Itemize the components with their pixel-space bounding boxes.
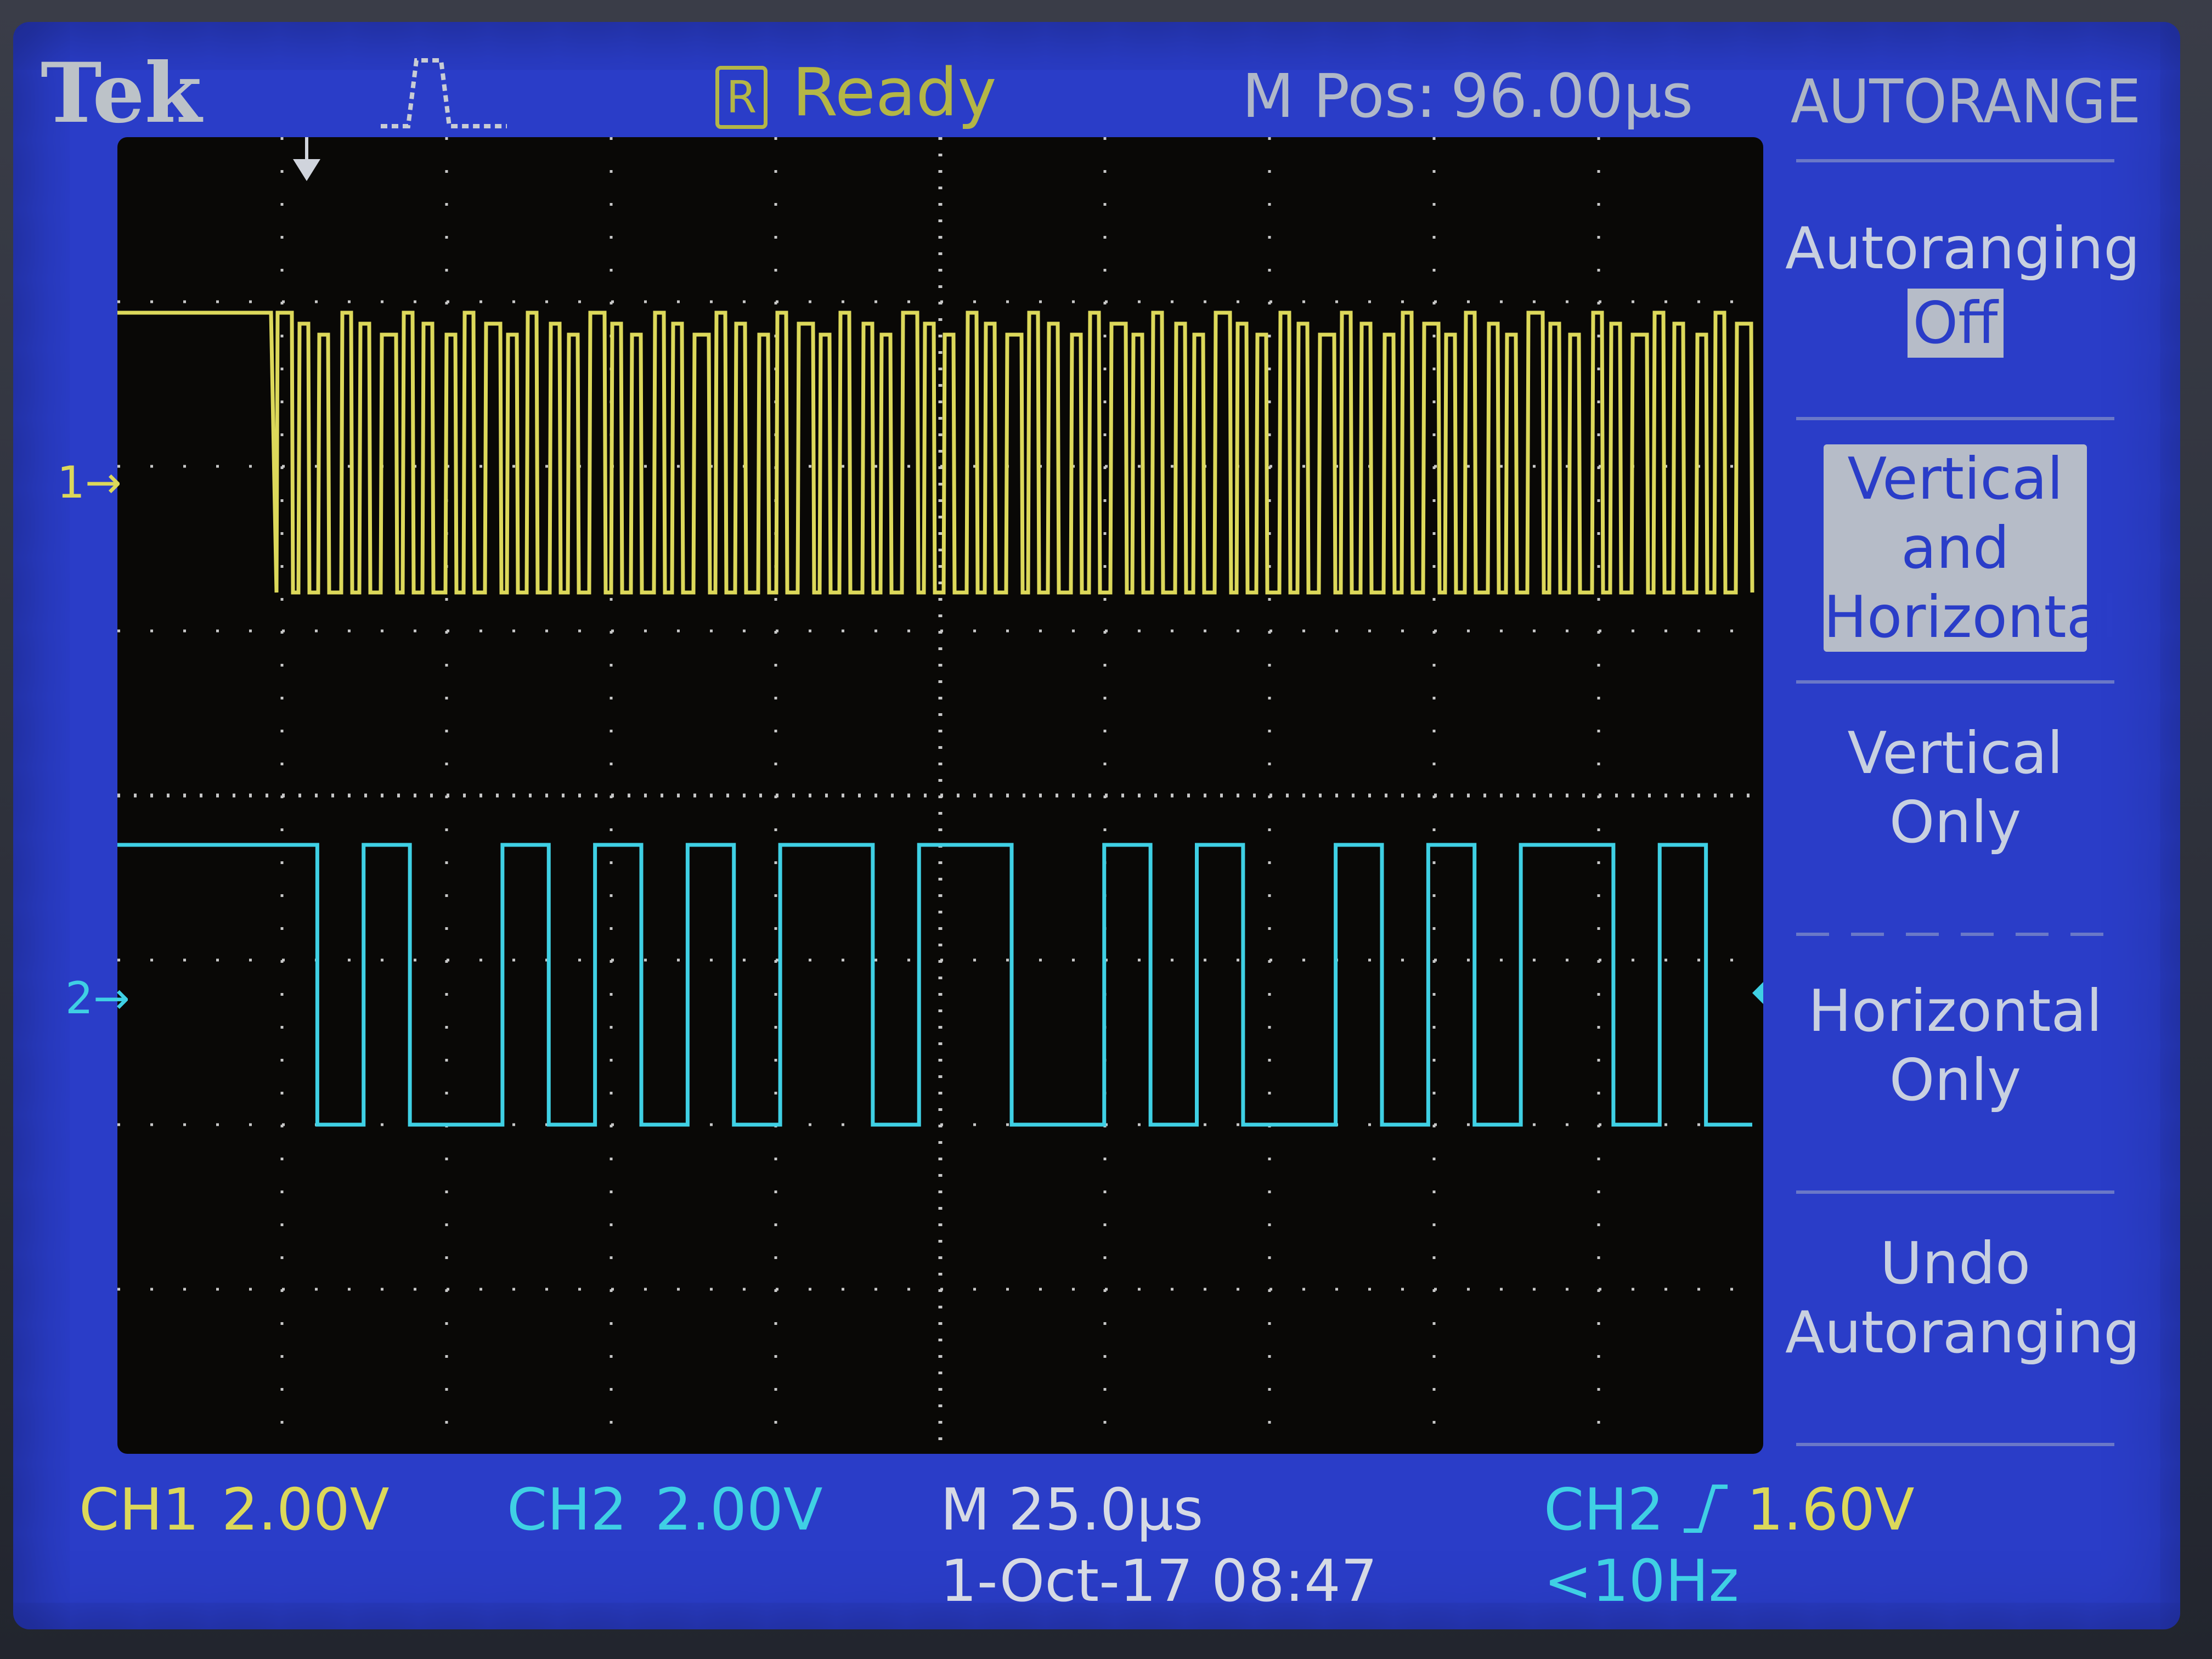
ch2-ground-marker: 2→ <box>65 973 130 1024</box>
menu-line: and <box>1901 515 2010 582</box>
ch2-scale: 2.00V <box>655 1476 823 1543</box>
pulse-trigger-icon <box>381 58 507 128</box>
acquisition-state-letter: R <box>726 71 757 123</box>
trigger-level-marker-icon <box>1752 982 1763 1004</box>
ch1-label: CH1 <box>79 1476 200 1543</box>
trigger-frequency: <10Hz <box>1544 1548 1739 1615</box>
trigger-position-icon <box>293 159 320 181</box>
menu-line: Autoranging <box>1785 1299 2140 1366</box>
brand-logo: Tek <box>41 45 202 142</box>
acquisition-status: Ready <box>792 55 997 131</box>
autorange-side-menu: Autoranging Off Vertical and Horizontal … <box>1785 159 2140 1465</box>
horizontal-position-value: 96.00µs <box>1451 61 1694 131</box>
autoranging-toggle-button[interactable]: Autoranging Off <box>1785 214 2140 358</box>
menu-line: Only <box>1889 1047 2022 1114</box>
oscilloscope-bezel: Tek R Ready M Pos: 96.00µs AUTORANGE 1→ … <box>0 0 2212 1659</box>
vertical-and-horizontal-button[interactable]: Vertical and Horizontal <box>1824 444 2118 652</box>
menu-line: Vertical <box>1847 445 2063 512</box>
ch2-marker-label: 2 <box>65 973 93 1024</box>
menu-line: Vertical <box>1847 720 2063 787</box>
menu-line: Horizontal <box>1808 978 2103 1045</box>
autoranging-label: Autoranging <box>1785 215 2140 282</box>
ch1-waveform <box>117 311 1754 595</box>
rising-edge-icon <box>1684 1485 1728 1533</box>
autoranging-value: Off <box>1907 289 2004 358</box>
vertical-only-button[interactable]: Vertical Only <box>1785 719 2125 857</box>
ch1-ground-marker: 1→ <box>57 457 122 508</box>
ch2-waveform <box>117 843 1752 1127</box>
acquisition-state-icon: R <box>715 66 768 129</box>
menu-line: Horizontal <box>1824 584 2118 651</box>
trigger-source: CH2 <box>1544 1476 1664 1543</box>
oscilloscope-screen: Tek R Ready M Pos: 96.00µs AUTORANGE 1→ … <box>13 22 2180 1629</box>
date-time-readout: 1-Oct-17 08:47 <box>940 1548 1378 1615</box>
timebase-readout: M 25.0µs <box>940 1476 1204 1543</box>
ch1-scale: 2.00V <box>222 1476 390 1543</box>
ch2-label: CH2 <box>507 1476 628 1543</box>
waveform-svg <box>117 137 1763 1454</box>
trigger-level: 1.60V <box>1747 1476 1915 1543</box>
menu-title: AUTORANGE <box>1791 66 2141 137</box>
ch1-marker-label: 1 <box>57 457 85 508</box>
undo-autoranging-button[interactable]: Undo Autoranging <box>1785 1229 2140 1367</box>
menu-line: Only <box>1889 789 2022 856</box>
waveform-display <box>117 137 1763 1454</box>
menu-line: Undo <box>1880 1230 2031 1297</box>
horizontal-position-label: M Pos: <box>1242 61 1436 131</box>
horizontal-only-button[interactable]: Horizontal Only <box>1785 977 2125 1115</box>
